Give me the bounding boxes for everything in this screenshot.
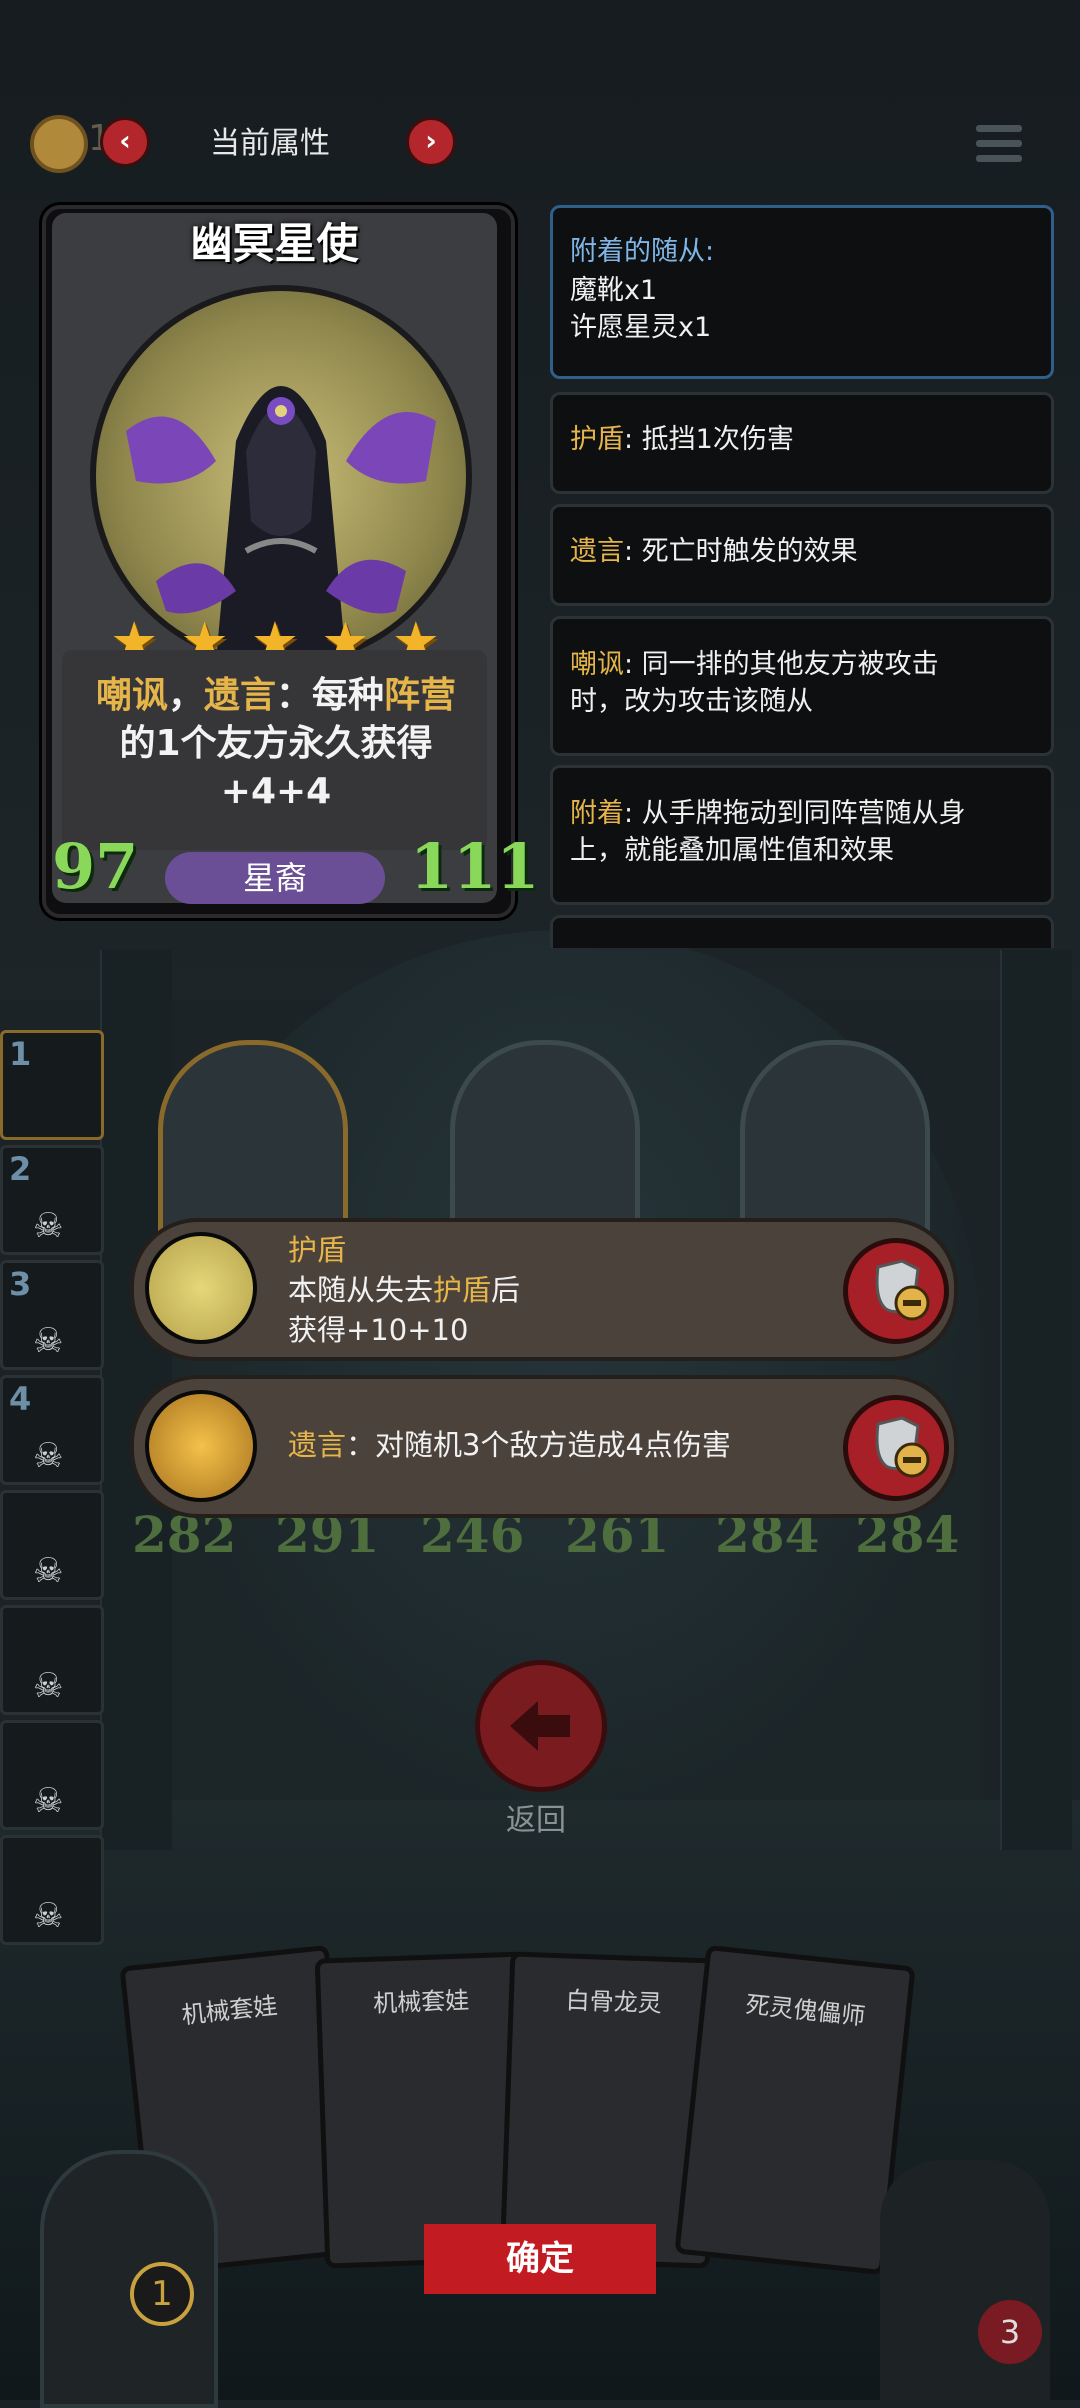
effect-shield-text: 护盾 本随从失去护盾后 获得+10+10 [288, 1233, 521, 1347]
remove-effect-button[interactable] [843, 1238, 949, 1344]
skull-icon: ☠ [33, 1781, 64, 1821]
menu-icon[interactable] [976, 125, 1022, 171]
hero-tribe: 星裔 [165, 852, 385, 904]
bomb-icon [145, 1390, 257, 1502]
desc-line-2: 的1个友方永久获得 [119, 723, 433, 764]
shield-info: 护盾: 抵挡1次伤害 [570, 424, 794, 455]
desc-text: ：每种 [276, 675, 385, 716]
desc-keyword-deathrattle: 遗言 [203, 675, 276, 716]
pillar-right [1000, 950, 1072, 1850]
chevron-left-icon: ‹ [119, 124, 131, 157]
coin-count: 1 [130, 2262, 194, 2326]
team-slot-6[interactable]: ☠ [0, 1605, 104, 1715]
attached-title: 附着的随从: [570, 236, 715, 267]
shield-minus-icon [875, 1259, 930, 1321]
heart-count: 3 [978, 2300, 1042, 2364]
next-button[interactable]: › [406, 117, 456, 167]
skull-icon: ☠ [33, 1321, 64, 1361]
skull-icon: ☠ [33, 1896, 64, 1936]
deathrattle-info: 遗言: 死亡时触发的效果 [570, 536, 858, 567]
team-slot-4[interactable]: 4 ☠ [0, 1375, 104, 1485]
team-slot-3[interactable]: 3 ☠ [0, 1260, 104, 1370]
desc-keyword-taunt: 嘲讽 [95, 675, 168, 716]
hero-frame-bottom [880, 2160, 1050, 2400]
gold-coin-icon [30, 115, 88, 173]
attach-info: 附着: 从手牌拖动到同阵营随从身 上，就能叠加属性值和效果 [570, 798, 966, 866]
desc-separator: ， [167, 675, 204, 716]
hero-attack: 97 [52, 830, 139, 903]
shop-frame [40, 2150, 218, 2408]
back-label: 返回 [506, 1803, 566, 1838]
moon-icon [145, 1232, 257, 1344]
arrow-left-icon [510, 1701, 570, 1751]
prev-button[interactable]: ‹ [100, 117, 150, 167]
chevron-right-icon: › [425, 124, 437, 157]
effect-deathrattle-text: 遗言：对随机3个敌方造成4点伤害 [288, 1428, 731, 1462]
hero-health: 111 [410, 830, 540, 903]
team-slot-5[interactable]: ☠ [0, 1490, 104, 1600]
attached-item-2: 许愿星灵x1 [570, 312, 712, 343]
hero-name: 幽冥星使 [190, 219, 359, 268]
taunt-info: 嘲讽: 同一排的其他友方被攻击 时，改为攻击该随从 [570, 649, 939, 717]
confirm-button[interactable]: 确定 [424, 2224, 656, 2294]
shield-minus-icon [875, 1416, 930, 1478]
skull-icon: ☠ [33, 1206, 64, 1246]
skull-icon: ☠ [33, 1551, 64, 1591]
hero-description: 嘲讽，遗言：每种阵营 的1个友方永久获得 +4+4 [66, 672, 486, 816]
desc-keyword-faction: 阵营 [384, 675, 457, 716]
remove-effect-button[interactable] [843, 1395, 949, 1501]
team-slot-8[interactable]: ☠ [0, 1835, 104, 1945]
team-slot-2[interactable]: 2 ☠ [0, 1145, 104, 1255]
skull-icon: ☠ [33, 1436, 64, 1476]
back-button[interactable] [475, 1660, 607, 1792]
desc-line-3: +4+4 [220, 771, 332, 812]
more-info-panel [550, 915, 1054, 948]
team-slot-7[interactable]: ☠ [0, 1720, 104, 1830]
page-title: 当前属性 [210, 126, 330, 161]
attached-item-1: 魔靴x1 [570, 275, 658, 306]
skull-icon: ☠ [33, 1666, 64, 1706]
team-slot-1[interactable]: 1 [0, 1030, 104, 1140]
